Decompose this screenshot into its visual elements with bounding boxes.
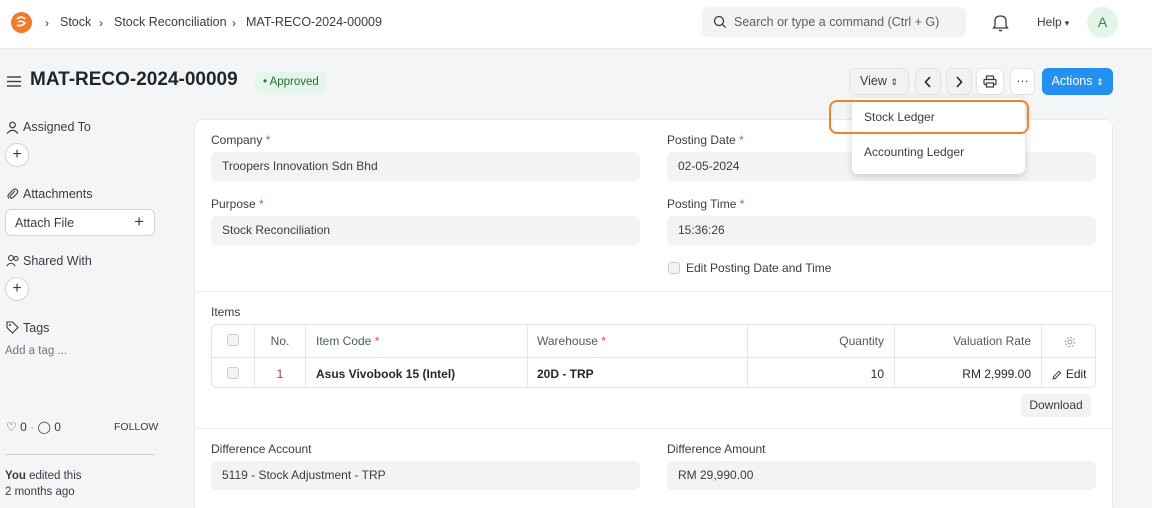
search-icon bbox=[713, 15, 726, 28]
chevron-down-icon: ▾ bbox=[1064, 18, 1070, 28]
difference-account-field[interactable]: 5119 - Stock Adjustment - TRP bbox=[211, 461, 640, 490]
more-options-button[interactable]: ··· bbox=[1010, 68, 1035, 95]
difference-amount-label: Difference Amount bbox=[667, 442, 766, 456]
add-tag-link[interactable]: Add a tag ... bbox=[5, 345, 67, 357]
row-item-code[interactable]: Asus Vivobook 15 (Intel) bbox=[306, 357, 528, 387]
attachments-label: Attachments bbox=[23, 187, 93, 201]
posting-time-field[interactable]: 15:36:26 bbox=[667, 216, 1096, 245]
edit-posting-checkbox[interactable] bbox=[668, 262, 680, 274]
highlight-annotation bbox=[829, 100, 1029, 134]
shared-with-label: Shared With bbox=[23, 254, 92, 268]
previous-doc-button[interactable] bbox=[915, 68, 941, 95]
add-assignee-button[interactable]: + bbox=[5, 143, 29, 167]
section-divider bbox=[194, 428, 1113, 429]
edit-label: Edit bbox=[1065, 367, 1087, 381]
select-all-checkbox[interactable] bbox=[227, 334, 239, 346]
tags-label: Tags bbox=[23, 321, 50, 335]
add-share-button[interactable]: + bbox=[5, 277, 29, 301]
attach-file-button[interactable]: Attach File + bbox=[5, 209, 155, 236]
difference-account-label: Difference Account bbox=[211, 442, 312, 456]
comment-count: 0 bbox=[54, 420, 61, 434]
table-row-select bbox=[212, 357, 255, 387]
sidebar-divider bbox=[5, 454, 155, 455]
search-input[interactable]: Search or type a command (Ctrl + G) bbox=[702, 7, 966, 37]
chevron-right-icon bbox=[956, 76, 963, 88]
page-title: MAT-RECO-2024-00009 bbox=[30, 69, 238, 90]
view-button[interactable]: View ⇕ bbox=[849, 68, 909, 95]
chevron-right-icon: › bbox=[45, 16, 49, 30]
menu-item-accounting-ledger[interactable]: Accounting Ledger bbox=[864, 145, 964, 159]
row-edit-button[interactable]: Edit bbox=[1042, 357, 1095, 387]
tag-icon bbox=[6, 321, 19, 334]
follow-button[interactable]: FOLLOW bbox=[114, 421, 158, 433]
activity-user: You bbox=[5, 470, 26, 482]
column-header-valuation-rate: Valuation Rate bbox=[895, 325, 1042, 357]
bell-icon[interactable] bbox=[992, 13, 1009, 32]
section-divider bbox=[194, 291, 1113, 292]
search-placeholder: Search or type a command (Ctrl + G) bbox=[734, 15, 940, 29]
purpose-field[interactable]: Stock Reconciliation bbox=[211, 216, 640, 245]
status-badge: • Approved bbox=[255, 72, 327, 93]
breadcrumb-current-doc[interactable]: MAT-RECO-2024-00009 bbox=[246, 15, 382, 29]
chevron-right-icon: › bbox=[232, 16, 236, 30]
chevron-left-icon bbox=[924, 76, 931, 88]
print-button[interactable] bbox=[976, 68, 1004, 95]
column-settings[interactable] bbox=[1042, 325, 1095, 357]
activity-time: 2 months ago bbox=[5, 486, 75, 498]
users-icon bbox=[6, 254, 19, 267]
edit-posting-label: Edit Posting Date and Time bbox=[686, 261, 832, 275]
likes-comments: ♡ 0 · ◯ 0 bbox=[6, 420, 61, 434]
user-icon bbox=[6, 121, 19, 134]
app-logo-icon[interactable] bbox=[11, 12, 32, 33]
company-field[interactable]: Troopers Innovation Sdn Bhd bbox=[211, 152, 640, 181]
settings-icon bbox=[1064, 336, 1075, 347]
activity-text: edited this bbox=[29, 470, 82, 482]
sidebar-toggle-icon[interactable] bbox=[7, 76, 21, 87]
navbar: › Stock › Stock Reconciliation › MAT-REC… bbox=[0, 0, 1152, 49]
company-label: Company * bbox=[211, 133, 271, 147]
items-label: Items bbox=[211, 305, 241, 319]
paperclip-icon bbox=[7, 188, 19, 199]
column-header-warehouse: Warehouse * bbox=[528, 325, 748, 357]
last-activity: You edited this 2 months ago bbox=[5, 468, 82, 500]
like-count: 0 bbox=[20, 420, 27, 434]
download-button[interactable]: Download bbox=[1021, 394, 1091, 417]
items-table: No. Item Code * Warehouse * Quantity Val… bbox=[211, 324, 1096, 388]
plus-icon: + bbox=[134, 212, 144, 231]
posting-time-label: Posting Time * bbox=[667, 197, 745, 211]
assigned-to-label: Assigned To bbox=[23, 120, 91, 134]
user-avatar[interactable]: A bbox=[1087, 7, 1118, 38]
printer-icon bbox=[983, 75, 997, 88]
posting-date-label: Posting Date * bbox=[667, 133, 744, 147]
actions-button[interactable]: Actions ⇕ bbox=[1042, 68, 1113, 95]
heart-icon[interactable]: ♡ bbox=[6, 420, 17, 434]
next-doc-button[interactable] bbox=[946, 68, 972, 95]
breadcrumb-stock[interactable]: Stock bbox=[60, 15, 91, 29]
row-checkbox[interactable] bbox=[227, 367, 239, 379]
chevron-updown-icon: ⇕ bbox=[1095, 77, 1104, 87]
column-header-quantity: Quantity bbox=[748, 325, 895, 357]
help-menu[interactable]: Help ▾ bbox=[1037, 15, 1069, 29]
row-quantity[interactable]: 10 bbox=[748, 357, 895, 387]
chevron-updown-icon: ⇕ bbox=[890, 77, 898, 87]
row-warehouse[interactable]: 20D - TRP bbox=[528, 357, 748, 387]
column-header-item-code: Item Code * bbox=[306, 325, 528, 357]
purpose-label: Purpose * bbox=[211, 197, 264, 211]
column-header-no: No. bbox=[255, 325, 306, 357]
difference-amount-field[interactable]: RM 29,990.00 bbox=[667, 461, 1096, 490]
breadcrumb-stock-reconciliation[interactable]: Stock Reconciliation bbox=[114, 15, 227, 29]
row-number: 1 bbox=[255, 357, 306, 387]
chevron-right-icon: › bbox=[99, 16, 103, 30]
table-header-select bbox=[212, 325, 255, 357]
row-valuation-rate[interactable]: RM 2,999.00 bbox=[895, 357, 1042, 387]
attach-file-label: Attach File bbox=[15, 216, 75, 230]
pencil-icon bbox=[1052, 370, 1062, 380]
comment-icon[interactable]: ◯ bbox=[37, 420, 50, 434]
